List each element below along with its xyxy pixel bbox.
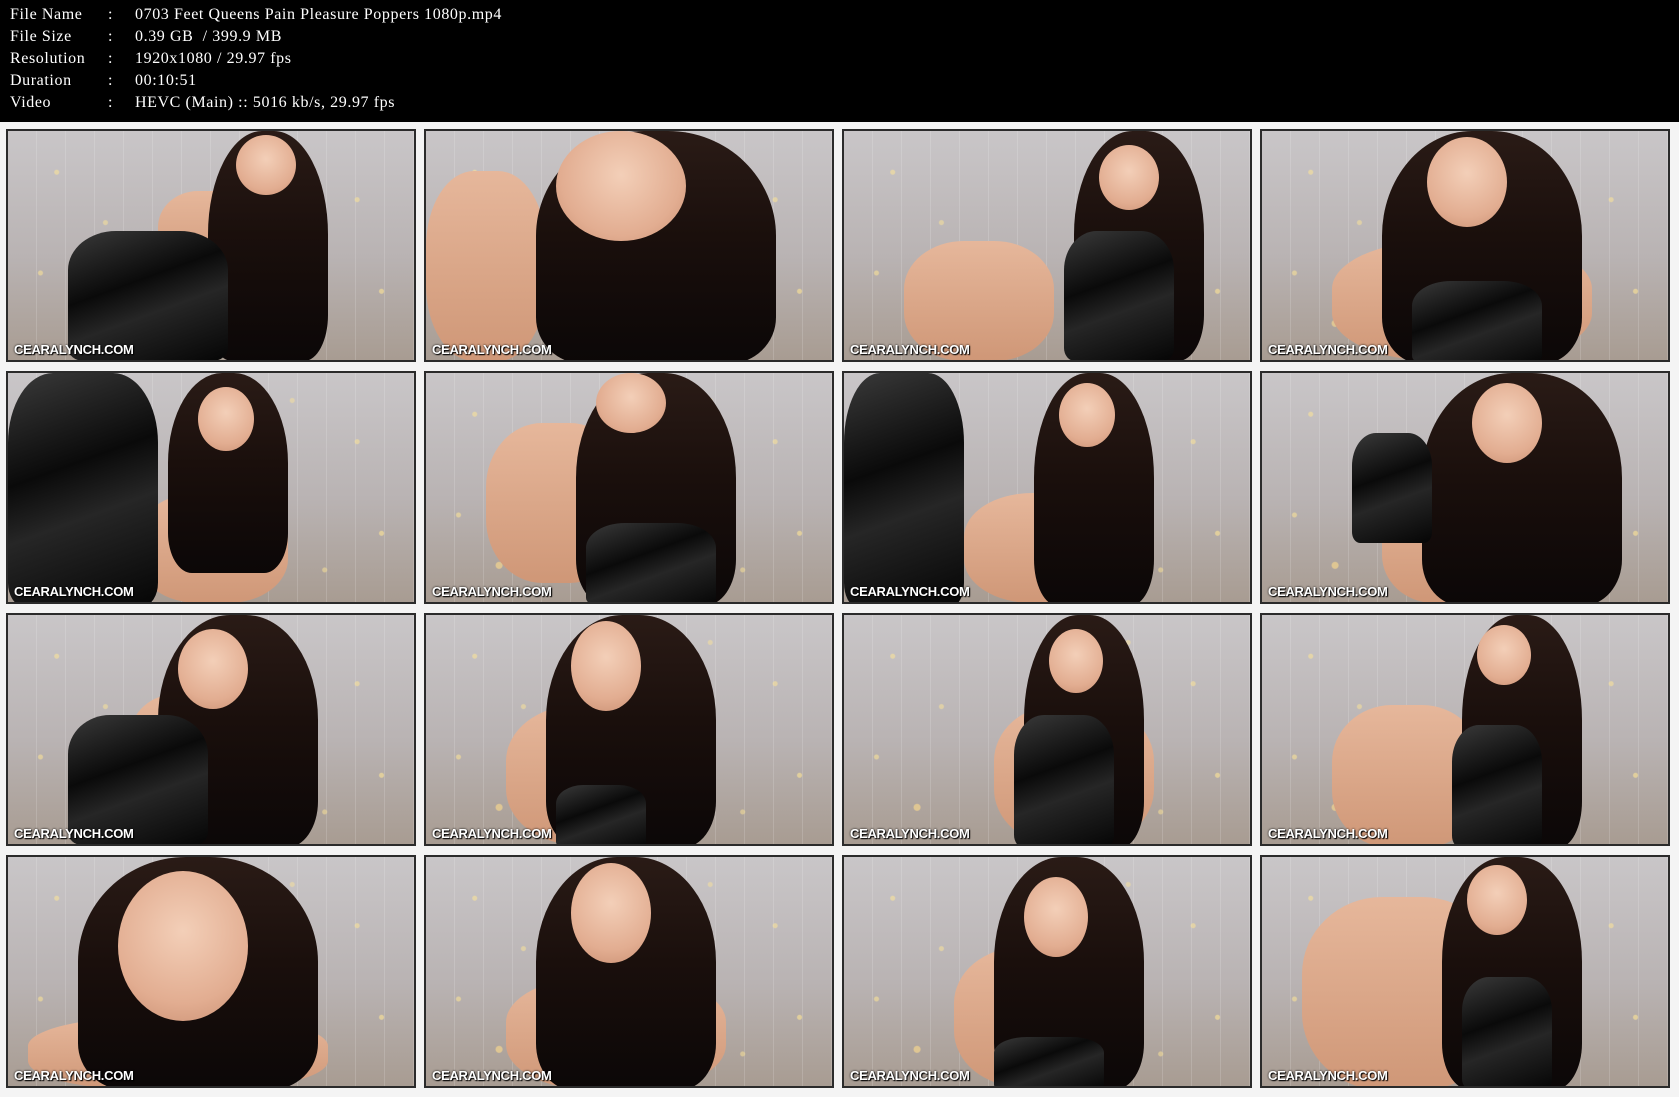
thumbnail-frame-image xyxy=(1262,615,1668,844)
watermark: CEARALYNCH.COM xyxy=(1268,826,1388,841)
thumbnail-frame-image xyxy=(8,131,414,360)
thumbnail-frame-image xyxy=(426,857,832,1086)
info-row-file-name: File Name: 0703 Feet Queens Pain Pleasure… xyxy=(10,4,502,26)
latex-shape xyxy=(994,1037,1104,1086)
face-shape xyxy=(1472,383,1542,463)
info-key: Duration: xyxy=(10,72,114,89)
thumbnail: CEARALYNCH.COM xyxy=(6,855,416,1088)
info-key: File Size: xyxy=(10,28,114,45)
face-shape xyxy=(596,373,666,433)
face-shape xyxy=(1427,137,1507,227)
watermark: CEARALYNCH.COM xyxy=(14,584,134,599)
info-row-resolution: Resolution: 1920x1080 / 29.97 fps xyxy=(10,48,502,70)
info-value: 0.39 GB / 399.9 MB xyxy=(135,28,282,45)
file-info-header: File Name: 0703 Feet Queens Pain Pleasure… xyxy=(10,4,502,114)
watermark: CEARALYNCH.COM xyxy=(850,342,970,357)
face-shape xyxy=(118,871,248,1021)
latex-shape xyxy=(556,785,646,844)
info-row-file-size: File Size: 0.39 GB / 399.9 MB xyxy=(10,26,502,48)
thumbnail-frame-image xyxy=(8,857,414,1086)
thumbnail: CEARALYNCH.COM xyxy=(1260,129,1670,362)
face-shape xyxy=(556,131,686,241)
face-shape xyxy=(236,135,296,195)
watermark: CEARALYNCH.COM xyxy=(432,1068,552,1083)
face-shape xyxy=(1024,877,1088,957)
info-value: 0703 Feet Queens Pain Pleasure Poppers 1… xyxy=(135,6,502,23)
thumbnail-sheet: CEARALYNCH.COM CEARALYNCH.COM CEARALYNCH.C… xyxy=(0,122,1679,1097)
thumbnail: CEARALYNCH.COM xyxy=(842,613,1252,846)
thumbnail: CEARALYNCH.COM xyxy=(842,855,1252,1088)
watermark: CEARALYNCH.COM xyxy=(850,584,970,599)
thumbnail-frame-image xyxy=(844,131,1250,360)
latex-shape xyxy=(844,373,964,602)
watermark: CEARALYNCH.COM xyxy=(14,342,134,357)
thumbnail: CEARALYNCH.COM xyxy=(424,855,834,1088)
thumbnail: CEARALYNCH.COM xyxy=(1260,855,1670,1088)
info-value: 00:10:51 xyxy=(135,72,197,89)
face-shape xyxy=(1059,383,1115,447)
watermark: CEARALYNCH.COM xyxy=(432,584,552,599)
thumbnail: CEARALYNCH.COM xyxy=(6,371,416,604)
info-row-video: Video: HEVC (Main) :: 5016 kb/s, 29.97 fp… xyxy=(10,92,502,114)
thumbnail-frame-image xyxy=(426,373,832,602)
latex-shape xyxy=(1462,977,1552,1086)
skin-shape xyxy=(426,171,546,360)
thumbnail-frame-image xyxy=(8,373,414,602)
face-shape xyxy=(571,863,651,963)
thumbnail-frame-image xyxy=(844,373,1250,602)
face-shape xyxy=(1467,865,1527,935)
thumbnail: CEARALYNCH.COM xyxy=(842,371,1252,604)
info-row-duration: Duration: 00:10:51 xyxy=(10,70,502,92)
info-value: HEVC (Main) :: 5016 kb/s, 29.97 fps xyxy=(135,94,396,111)
thumbnail-frame-image xyxy=(426,615,832,844)
info-key: Resolution: xyxy=(10,50,114,67)
latex-shape xyxy=(8,373,158,602)
face-shape xyxy=(571,621,641,711)
latex-shape xyxy=(1452,725,1542,844)
thumbnail: CEARALYNCH.COM xyxy=(424,371,834,604)
info-key: Video: xyxy=(10,94,114,111)
latex-shape xyxy=(1352,433,1432,543)
thumbnail: CEARALYNCH.COM xyxy=(6,613,416,846)
thumbnail: CEARALYNCH.COM xyxy=(1260,613,1670,846)
face-shape xyxy=(1477,625,1531,685)
watermark: CEARALYNCH.COM xyxy=(850,826,970,841)
thumbnail-frame-image xyxy=(1262,131,1668,360)
thumbnail-grid: CEARALYNCH.COM CEARALYNCH.COM CEARALYNCH.C… xyxy=(6,129,1670,1088)
watermark: CEARALYNCH.COM xyxy=(1268,1068,1388,1083)
thumbnail: CEARALYNCH.COM xyxy=(424,129,834,362)
watermark: CEARALYNCH.COM xyxy=(432,826,552,841)
thumbnail-frame-image xyxy=(8,615,414,844)
info-value: 1920x1080 / 29.97 fps xyxy=(135,50,292,67)
thumbnail-frame-image xyxy=(844,615,1250,844)
face-shape xyxy=(198,387,254,451)
watermark: CEARALYNCH.COM xyxy=(432,342,552,357)
watermark: CEARALYNCH.COM xyxy=(1268,342,1388,357)
thumbnail: CEARALYNCH.COM xyxy=(6,129,416,362)
watermark: CEARALYNCH.COM xyxy=(14,1068,134,1083)
face-shape xyxy=(178,629,248,709)
thumbnail: CEARALYNCH.COM xyxy=(1260,371,1670,604)
face-shape xyxy=(1099,145,1159,210)
latex-shape xyxy=(1412,281,1542,360)
info-key: File Name: xyxy=(10,6,114,23)
thumbnail: CEARALYNCH.COM xyxy=(842,129,1252,362)
watermark: CEARALYNCH.COM xyxy=(14,826,134,841)
thumbnail-frame-image xyxy=(1262,373,1668,602)
thumbnail-frame-image xyxy=(426,131,832,360)
latex-shape xyxy=(586,523,716,602)
thumbnail-frame-image xyxy=(844,857,1250,1086)
watermark: CEARALYNCH.COM xyxy=(1268,584,1388,599)
thumbnail: CEARALYNCH.COM xyxy=(424,613,834,846)
latex-shape xyxy=(1064,231,1174,360)
watermark: CEARALYNCH.COM xyxy=(850,1068,970,1083)
latex-shape xyxy=(1014,715,1114,844)
thumbnail-frame-image xyxy=(1262,857,1668,1086)
face-shape xyxy=(1049,629,1103,693)
